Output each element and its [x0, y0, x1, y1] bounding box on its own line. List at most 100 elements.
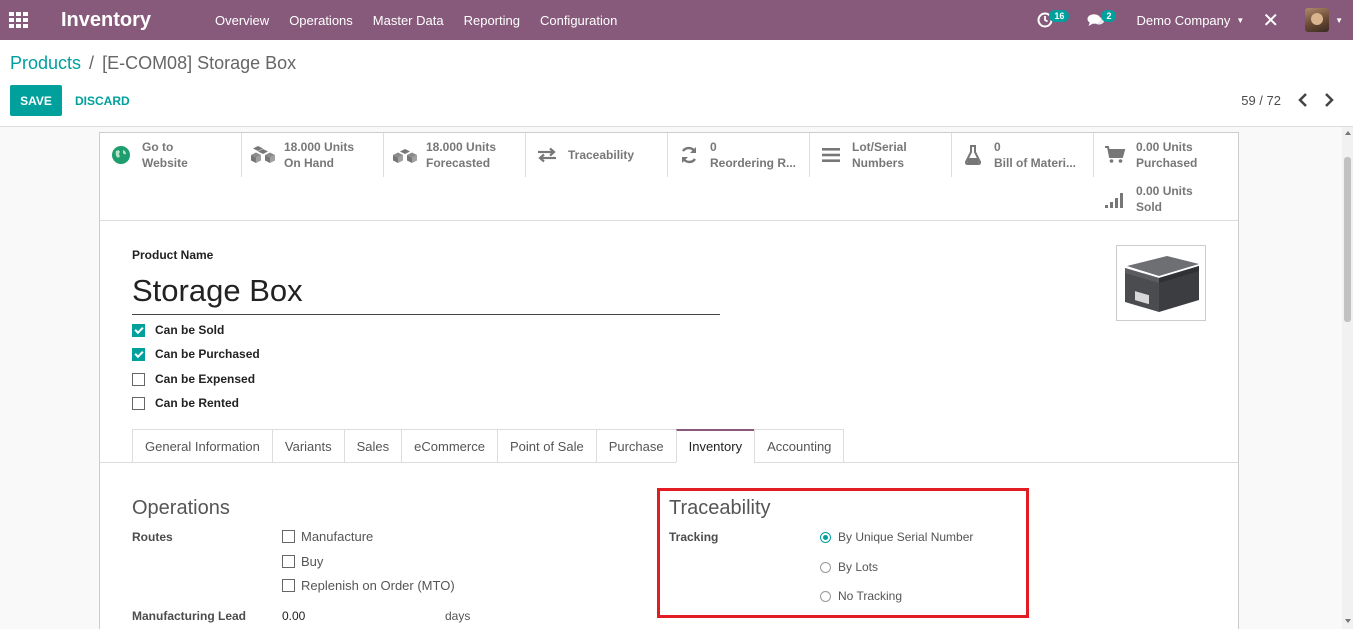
- website-button[interactable]: Go to Website: [100, 133, 242, 177]
- forecasted-label: Forecasted: [426, 156, 491, 170]
- scroll-up-arrow-icon[interactable]: [1345, 131, 1351, 135]
- top-navbar: Inventory Overview Operations Master Dat…: [0, 0, 1353, 40]
- checkbox-checked-icon: [132, 347, 145, 361]
- radio-selected-icon: [820, 531, 831, 543]
- flask-icon: [964, 145, 982, 165]
- route-buy-label: Buy: [301, 554, 324, 569]
- sold-value: 0.00 Units: [1136, 184, 1193, 198]
- menu-configuration[interactable]: Configuration: [530, 13, 627, 28]
- purchased-button[interactable]: 0.00 Units Purchased: [1094, 133, 1236, 177]
- caret-down-icon: ▼: [1236, 15, 1245, 25]
- product-image[interactable]: [1116, 245, 1206, 321]
- checkbox-unchecked-icon: [132, 372, 145, 386]
- manufacturing-lead-label: Manufacturing Lead: [132, 609, 247, 623]
- chevron-right-icon[interactable]: [1322, 90, 1336, 110]
- discard-button[interactable]: DISCARD: [75, 85, 130, 116]
- activity-count-badge: 16: [1049, 10, 1070, 22]
- menu-master-data[interactable]: Master Data: [363, 13, 454, 28]
- company-name: Demo Company: [1136, 12, 1231, 28]
- breadcrumb-separator: /: [89, 53, 95, 73]
- tab-accounting[interactable]: Accounting: [754, 429, 845, 463]
- checkbox-unchecked-icon: [282, 579, 295, 592]
- cubes-icon: [393, 149, 417, 163]
- company-switcher[interactable]: Demo Company ▼: [1136, 13, 1244, 28]
- tracking-lots-label: By Lots: [838, 560, 879, 574]
- can-be-rented-checkbox[interactable]: Can be Rented: [132, 396, 239, 410]
- tab-variants[interactable]: Variants: [271, 429, 344, 463]
- route-mto-checkbox[interactable]: Replenish on Order (MTO): [282, 578, 455, 593]
- tab-ecommerce[interactable]: eCommerce: [401, 429, 497, 463]
- can-be-purchased-checkbox[interactable]: Can be Purchased: [132, 347, 260, 361]
- menu-overview[interactable]: Overview: [205, 13, 279, 28]
- manufacturing-lead-input[interactable]: 0.00: [282, 609, 305, 623]
- activity-menu[interactable]: 16: [1037, 10, 1070, 28]
- smart-button-box: Go to Website 18.000 Units On Hand 18.000 …: [100, 133, 1238, 221]
- purchased-value: 0.00 Units: [1136, 140, 1193, 154]
- reordering-rules-button[interactable]: 0 Reordering R...: [668, 133, 810, 177]
- menu-reporting[interactable]: Reporting: [454, 13, 530, 28]
- operations-title: Operations: [132, 497, 230, 519]
- bom-button[interactable]: 0 Bill of Materi...: [952, 133, 1094, 177]
- tab-purchase[interactable]: Purchase: [595, 429, 676, 463]
- bom-label: Bill of Materi...: [994, 156, 1077, 170]
- sold-button[interactable]: 0.00 Units Sold: [1094, 177, 1236, 221]
- checkbox-unchecked-icon: [132, 396, 145, 410]
- messaging-menu[interactable]: 2: [1087, 10, 1117, 28]
- close-icon[interactable]: ✕: [1262, 8, 1279, 33]
- chevron-left-icon[interactable]: [1296, 90, 1310, 110]
- tracking-serial-radio[interactable]: By Unique Serial Number: [820, 530, 973, 544]
- scroll-down-arrow-icon[interactable]: [1345, 619, 1351, 623]
- product-name-label: Product Name: [132, 248, 214, 262]
- breadcrumb: Products / [E-COM08] Storage Box: [10, 53, 296, 74]
- tracking-serial-label: By Unique Serial Number: [838, 530, 974, 544]
- breadcrumb-current: [E-COM08] Storage Box: [102, 53, 297, 73]
- tracking-none-radio[interactable]: No Tracking: [820, 589, 902, 603]
- list-icon: [822, 148, 840, 162]
- tab-point-of-sale[interactable]: Point of Sale: [496, 429, 596, 463]
- can-be-sold-label: Can be Sold: [155, 323, 225, 337]
- menu-operations[interactable]: Operations: [279, 13, 363, 28]
- tracking-label: Tracking: [669, 530, 719, 544]
- can-be-expensed-checkbox[interactable]: Can be Expensed: [132, 372, 255, 386]
- route-manufacture-label: Manufacture: [301, 529, 374, 544]
- cubes-icon: [251, 146, 275, 163]
- checkbox-unchecked-icon: [282, 530, 295, 543]
- cart-icon: [1105, 146, 1126, 163]
- website-button-line2: Website: [142, 156, 188, 170]
- can-be-expensed-label: Can be Expensed: [155, 372, 256, 386]
- radio-unselected-icon: [820, 590, 831, 602]
- user-caret-down-icon[interactable]: ▼: [1335, 16, 1343, 25]
- tracking-none-label: No Tracking: [838, 589, 903, 603]
- routes-label: Routes: [132, 530, 173, 544]
- sold-label: Sold: [1136, 200, 1162, 214]
- lot-serial-line2: Numbers: [852, 156, 905, 170]
- pager-value: 59 / 72: [1241, 93, 1281, 108]
- can-be-sold-checkbox[interactable]: Can be Sold: [132, 323, 224, 337]
- forecasted-button[interactable]: 18.000 Units Forecasted: [384, 133, 526, 177]
- storage-box-image: [1125, 256, 1199, 312]
- traceability-title: Traceability: [669, 497, 771, 519]
- app-name[interactable]: Inventory: [61, 9, 179, 32]
- tab-inventory[interactable]: Inventory: [675, 429, 755, 463]
- tab-sales[interactable]: Sales: [343, 429, 402, 463]
- scroll-thumb[interactable]: [1344, 157, 1351, 322]
- breadcrumb-products-link[interactable]: Products: [10, 53, 81, 74]
- vertical-scrollbar[interactable]: [1342, 127, 1353, 629]
- route-buy-checkbox[interactable]: Buy: [282, 554, 323, 569]
- tracking-lots-radio[interactable]: By Lots: [820, 560, 878, 574]
- save-button[interactable]: SAVE: [10, 85, 62, 116]
- on-hand-label: On Hand: [284, 156, 334, 170]
- on-hand-button[interactable]: 18.000 Units On Hand: [242, 133, 384, 177]
- purchased-label: Purchased: [1136, 156, 1198, 170]
- bom-count: 0: [994, 140, 1001, 154]
- message-count-badge: 2: [1101, 10, 1117, 22]
- user-avatar[interactable]: [1305, 8, 1330, 32]
- signal-icon: [1105, 193, 1123, 208]
- apps-grid-icon[interactable]: [9, 12, 29, 28]
- lot-serial-button[interactable]: Lot/Serial Numbers: [810, 133, 952, 177]
- tab-general-information[interactable]: General Information: [132, 429, 272, 463]
- traceability-button[interactable]: Traceability: [526, 133, 668, 177]
- route-manufacture-checkbox[interactable]: Manufacture: [282, 529, 373, 544]
- product-name-input[interactable]: Storage Box: [132, 271, 720, 315]
- traceability-button-label: Traceability: [568, 148, 635, 162]
